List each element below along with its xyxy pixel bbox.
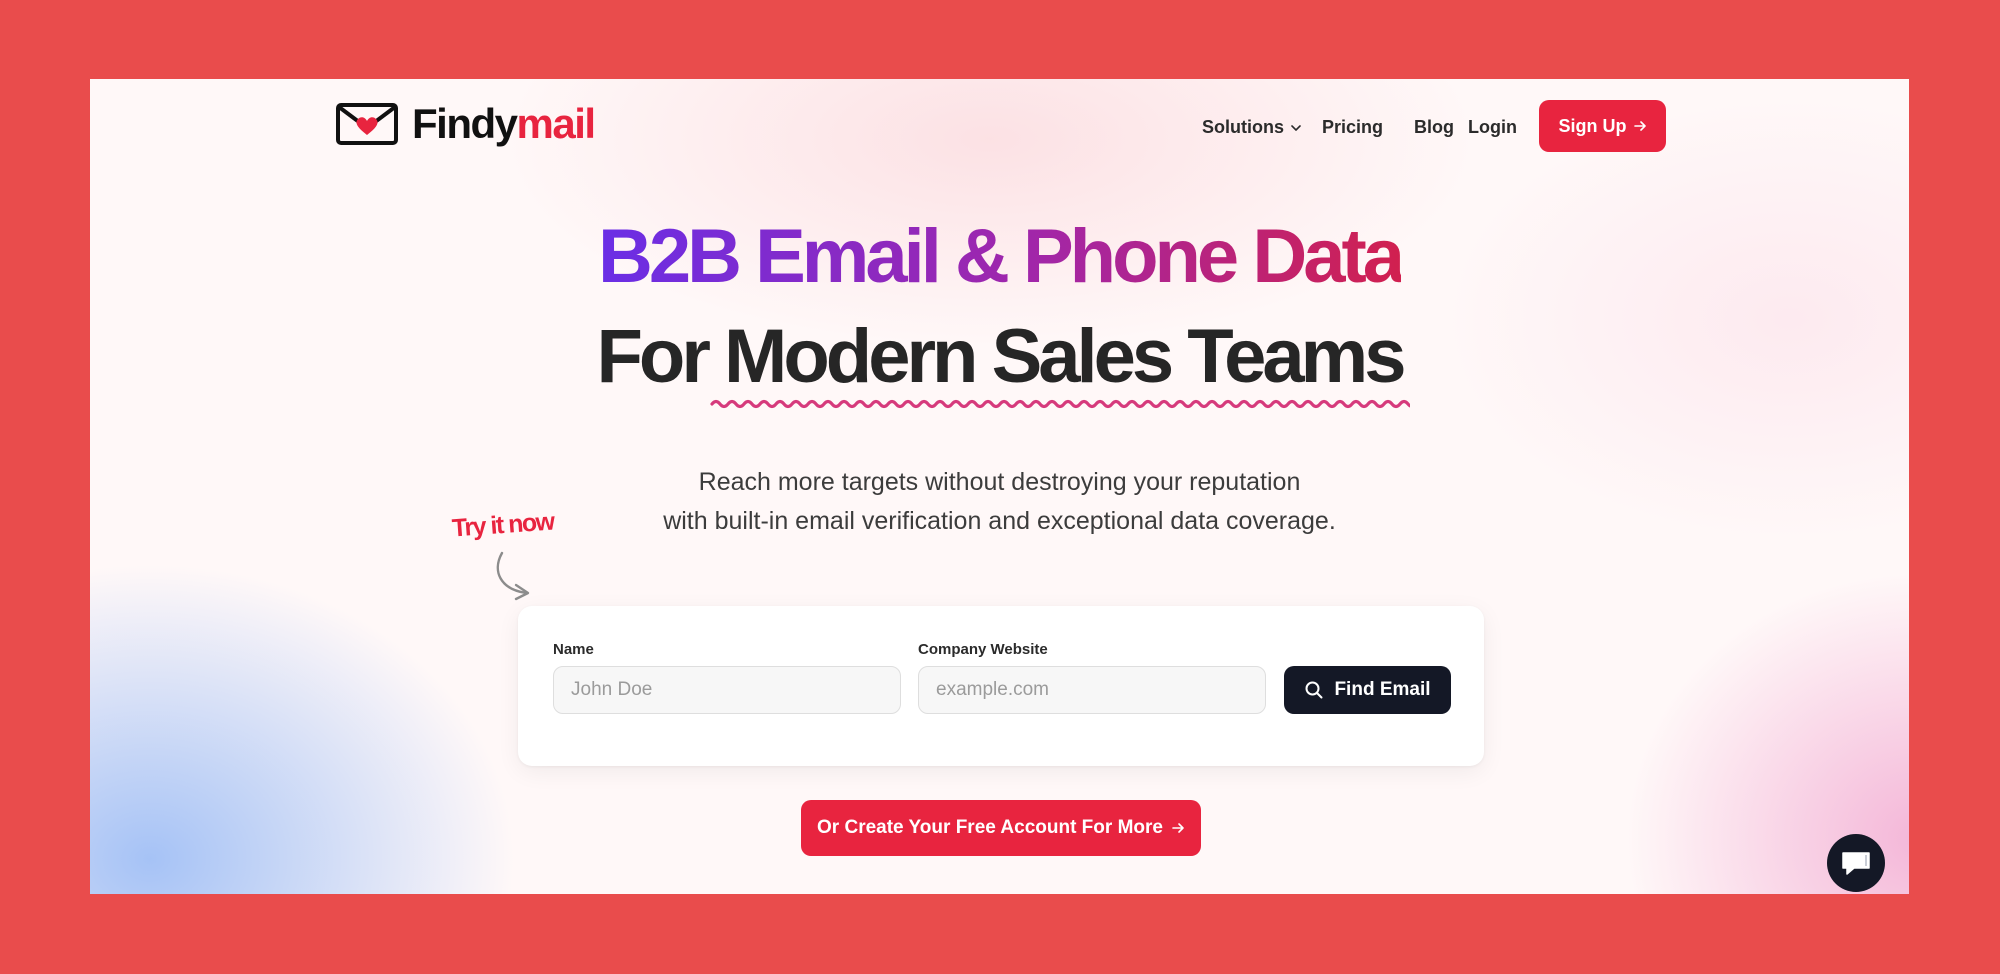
nav-pricing[interactable]: Pricing <box>1322 117 1383 138</box>
name-label: Name <box>553 641 594 658</box>
nav-solutions[interactable]: Solutions <box>1202 117 1302 138</box>
hero-subtitle-line2: with built-in email verification and exc… <box>663 507 1336 535</box>
company-website-input[interactable] <box>918 666 1266 714</box>
arrow-right-icon <box>1633 121 1646 131</box>
company-website-label: Company Website <box>918 641 1048 658</box>
arrow-right-icon <box>1172 823 1184 833</box>
page-frame: Findymail Solutions Pricing Blog Login S… <box>90 79 1909 894</box>
headline-bottom-part2: Modern Sales Teams <box>724 314 1406 399</box>
nav-solutions-label: Solutions <box>1202 117 1284 137</box>
find-email-button[interactable]: Find Email <box>1284 666 1451 714</box>
create-free-account-button[interactable]: Or Create Your Free Account For More <box>801 800 1201 856</box>
search-icon <box>1305 681 1323 699</box>
chat-icon <box>1842 852 1870 875</box>
headline-top-text: B2B Email & Phone Data <box>597 214 1405 299</box>
curved-arrow-icon <box>496 551 530 601</box>
chevron-down-icon <box>1291 124 1301 131</box>
nav-blog[interactable]: Blog <box>1414 117 1454 138</box>
headline-top: B2B Email & Phone Data <box>90 219 1909 295</box>
hero-subtitle-line1: Reach more targets without destroying yo… <box>698 468 1301 496</box>
signup-button-label: Sign Up <box>1558 115 1627 136</box>
nav-login[interactable]: Login <box>1468 117 1517 138</box>
hero-subtitle: Reach more targets without destroying yo… <box>90 463 1909 541</box>
headline-bottom-part1: For <box>596 314 725 399</box>
signup-button[interactable]: Sign Up <box>1539 100 1666 152</box>
headline-bottom: For Modern Sales Teams <box>90 319 1909 395</box>
create-free-account-label: Or Create Your Free Account For More <box>817 817 1163 838</box>
email-finder-card: Name Company Website Find Email <box>518 606 1484 766</box>
chat-widget-button[interactable] <box>1827 834 1885 892</box>
squiggle-underline <box>710 399 1410 409</box>
name-input[interactable] <box>553 666 901 714</box>
find-email-button-label: Find Email <box>1334 679 1431 700</box>
